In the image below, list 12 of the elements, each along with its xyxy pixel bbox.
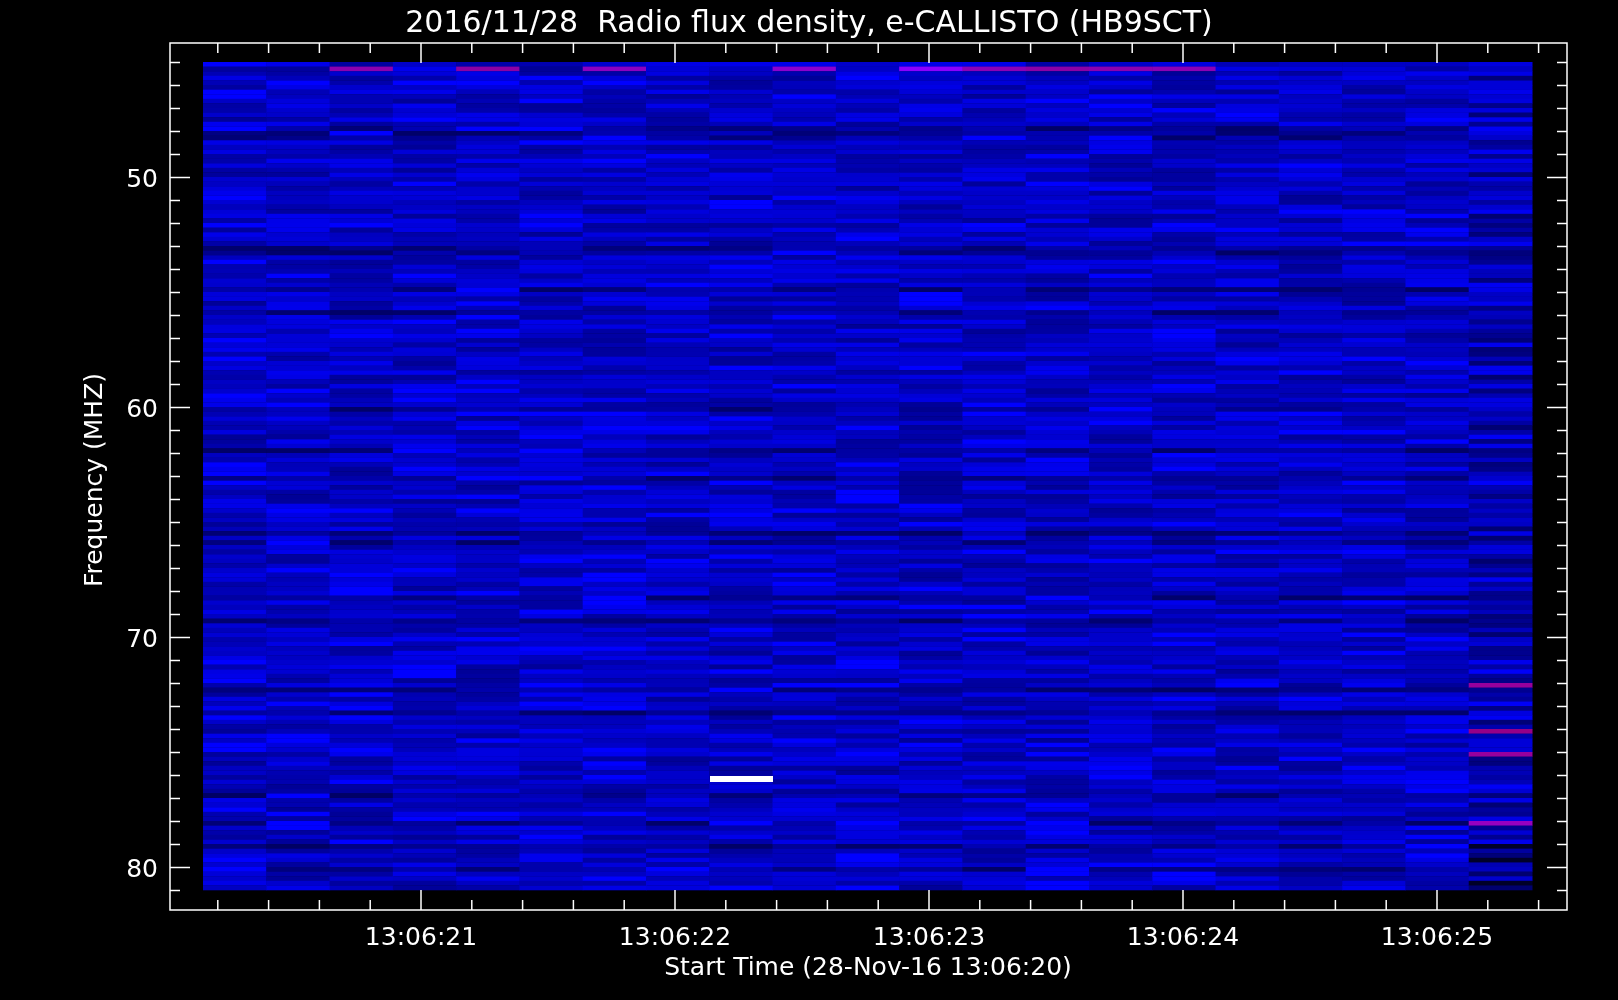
x-tick-label: 13:06:23 [872,922,986,951]
x-tick-label: 13:06:24 [1126,922,1240,951]
y-tick-label: 50 [126,163,158,193]
x-tick-label: 13:06:21 [364,922,478,951]
x-axis-label: Start Time (28-Nov-16 13:06:20) [664,952,1072,981]
y-tick-label: 70 [126,623,158,653]
chart-title: 2016/11/28 Radio flux density, e-CALLISTO (HB9SCT) [405,4,1213,39]
y-tick-label: 60 [126,393,158,423]
y-axis-label: Frequency (MHZ) [79,372,108,588]
x-tick-label: 13:06:22 [618,922,732,951]
y-tick-label: 80 [126,853,158,883]
x-tick-label: 13:06:25 [1380,922,1494,951]
